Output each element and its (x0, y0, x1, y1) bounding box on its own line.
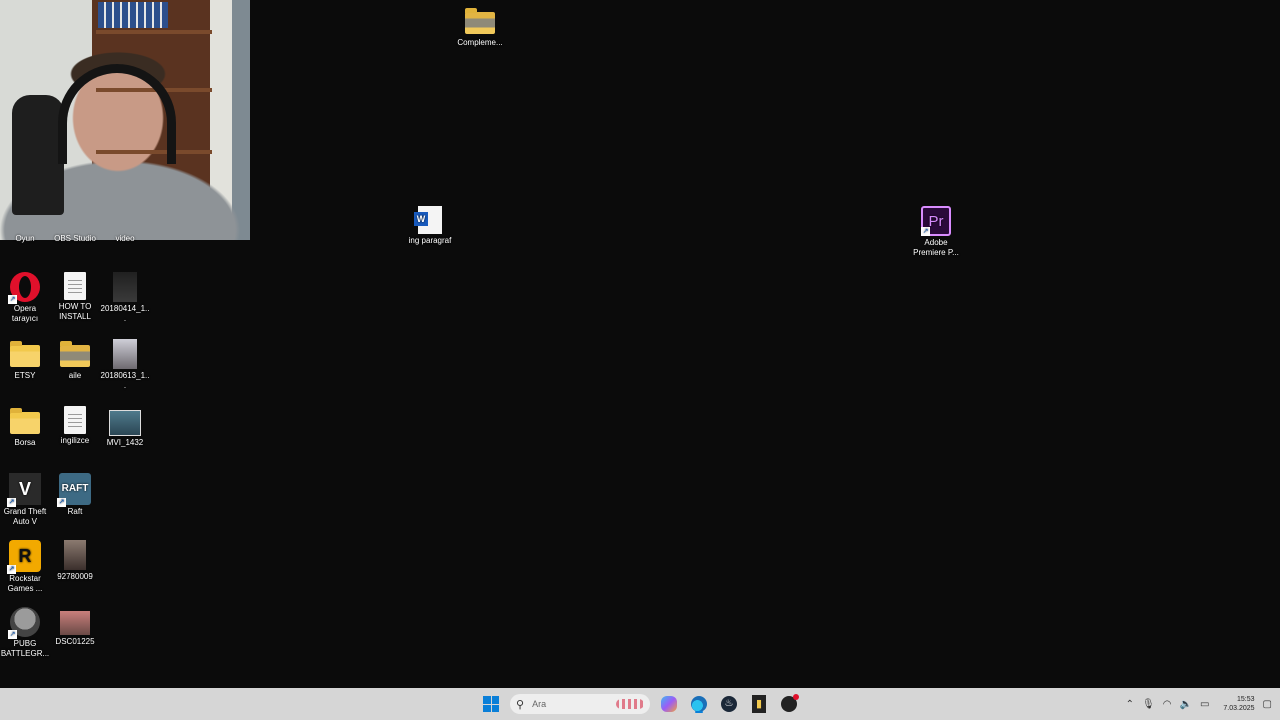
icon-label: Compleme... (457, 38, 503, 47)
icon-label: Raft (67, 507, 83, 516)
steam-button[interactable]: ♨ (718, 693, 740, 715)
icon-label: 20180414_1... (100, 304, 150, 323)
webcam-overlay (0, 0, 250, 240)
gta-v-icon: V (7, 473, 41, 507)
icon-label: Opera tarayıcı (11, 304, 39, 323)
taskbar-center: ⚲ Ara ♨ ▮ (480, 688, 800, 720)
desktop-icon-aile[interactable]: aile (50, 339, 100, 381)
desktop-icon-gta-v[interactable]: V Grand Theft Auto V (0, 473, 50, 527)
taskbar: ⚲ Ara ♨ ▮ ⌃ 🎙 ◠ 🔈 ▭ 15:53 7.03.2025 ▢ (0, 688, 1280, 720)
icon-label: Rockstar Games ... (7, 574, 43, 593)
raft-game-icon: RAFT (57, 473, 91, 507)
battery-icon[interactable]: ▭ (1200, 699, 1209, 710)
icon-label: Borsa (14, 438, 36, 447)
icon-label: DSC01225 (55, 637, 95, 646)
desktop-icon-compleme[interactable]: Compleme... (455, 6, 505, 48)
edge-browser-icon (691, 696, 707, 712)
file-explorer-button[interactable]: ▮ (748, 693, 770, 715)
taskbar-search-box[interactable]: ⚲ Ara (510, 694, 650, 714)
desktop-icon-borsa[interactable]: Borsa (0, 406, 50, 448)
desktop-icon-photo-20180414[interactable]: 20180414_1... (100, 272, 150, 324)
photo-thumbnail-icon (64, 540, 86, 570)
pubg-icon (8, 607, 40, 639)
copilot-button[interactable] (658, 693, 680, 715)
desktop-icon-oyun[interactable]: Oyun (0, 234, 50, 244)
text-document-icon (64, 272, 86, 300)
copilot-icon (661, 696, 677, 712)
folder-icon (10, 341, 40, 367)
icon-label: Adobe Premiere P... (913, 238, 959, 257)
search-highlight-icon (616, 699, 644, 709)
desktop-icon-pubg[interactable]: PUBG BATTLEGR... (0, 607, 50, 659)
clock-time: 15:53 (1237, 696, 1255, 703)
wifi-icon[interactable]: ◠ (1163, 699, 1172, 710)
chevron-up-icon[interactable]: ⌃ (1126, 699, 1134, 710)
icon-label: OBS Studio (54, 234, 96, 243)
icon-label: video (115, 234, 135, 243)
gaming-chair (12, 95, 64, 215)
headphones (58, 64, 176, 164)
icon-label: PUBG BATTLEGR... (0, 639, 50, 658)
desktop-icon-obs-studio[interactable]: OBS Studio (50, 234, 100, 244)
obs-button[interactable] (778, 693, 800, 715)
notification-icon[interactable]: ▢ (1263, 699, 1272, 710)
text-document-icon (64, 406, 86, 434)
system-tray: ⌃ 🎙 ◠ 🔈 ▭ 15:53 7.03.2025 ▢ (1126, 688, 1272, 720)
icon-label: Oyun (15, 234, 35, 243)
opera-icon (8, 272, 40, 304)
adobe-premiere-icon: Pr (921, 206, 951, 236)
photo-thumbnail-icon (60, 611, 90, 635)
clock[interactable]: 15:53 7.03.2025 (1223, 695, 1254, 713)
desktop-icon-ingilizce[interactable]: ingilizce (50, 406, 100, 446)
icon-label: Grand Theft Auto V (3, 507, 47, 526)
bookshelf-shelf (96, 30, 212, 34)
word-document-icon (414, 206, 442, 234)
file-explorer-icon: ▮ (752, 695, 766, 713)
folder-icon (10, 408, 40, 434)
steam-icon: ♨ (721, 696, 737, 712)
icon-label: ingilizce (60, 436, 90, 445)
edge-button[interactable] (688, 693, 710, 715)
folder-icon (60, 341, 90, 367)
desktop-icon-how-to-install[interactable]: HOW TO INSTALL (50, 272, 100, 322)
windows-start-icon (483, 696, 499, 712)
icon-label: ETSY (14, 371, 36, 380)
desktop-icon-photo-20180613[interactable]: 20180613_1... (100, 339, 150, 391)
icon-label: MVI_1432 (106, 438, 144, 447)
photo-thumbnail-icon (113, 272, 137, 302)
desktop-icon-mvi-1432[interactable]: MVI_1432 (100, 406, 150, 448)
icon-label: 20180613_1... (100, 371, 150, 390)
desktop-icon-opera[interactable]: Opera tarayıcı (0, 272, 50, 324)
desktop-icon-etsy[interactable]: ETSY (0, 339, 50, 381)
microphone-icon[interactable]: 🎙 (1142, 699, 1155, 710)
start-button[interactable] (480, 693, 502, 715)
desktop-icon-video[interactable]: video (100, 234, 150, 244)
rockstar-games-icon: R (7, 540, 41, 574)
icon-label: HOW TO INSTALL (58, 302, 92, 321)
photo-thumbnail-icon (113, 339, 137, 369)
desktop-icon-dsc01225[interactable]: DSC01225 (50, 607, 100, 647)
desktop-icon-adobe-premiere[interactable]: Pr Adobe Premiere P... (911, 206, 961, 258)
desktop-icon-rockstar-games[interactable]: R Rockstar Games ... (0, 540, 50, 594)
search-icon: ⚲ (516, 698, 525, 711)
desktop-icon-ing-paragraf[interactable]: ing paragraf (405, 206, 455, 246)
icon-label: aile (68, 371, 82, 380)
clock-date: 7.03.2025 (1223, 705, 1255, 712)
desktop-icon-raft[interactable]: RAFT Raft (50, 473, 100, 517)
bookshelf-books (98, 2, 168, 28)
icon-label: ing paragraf (408, 236, 452, 245)
obs-studio-icon (781, 694, 799, 712)
video-thumbnail-icon (109, 410, 141, 436)
icon-label: 92780009 (57, 572, 93, 581)
folder-icon (465, 8, 495, 34)
volume-icon[interactable]: 🔈 (1179, 699, 1191, 710)
search-placeholder: Ara (532, 699, 547, 709)
desktop-icon-92780009[interactable]: 92780009 (50, 540, 100, 582)
